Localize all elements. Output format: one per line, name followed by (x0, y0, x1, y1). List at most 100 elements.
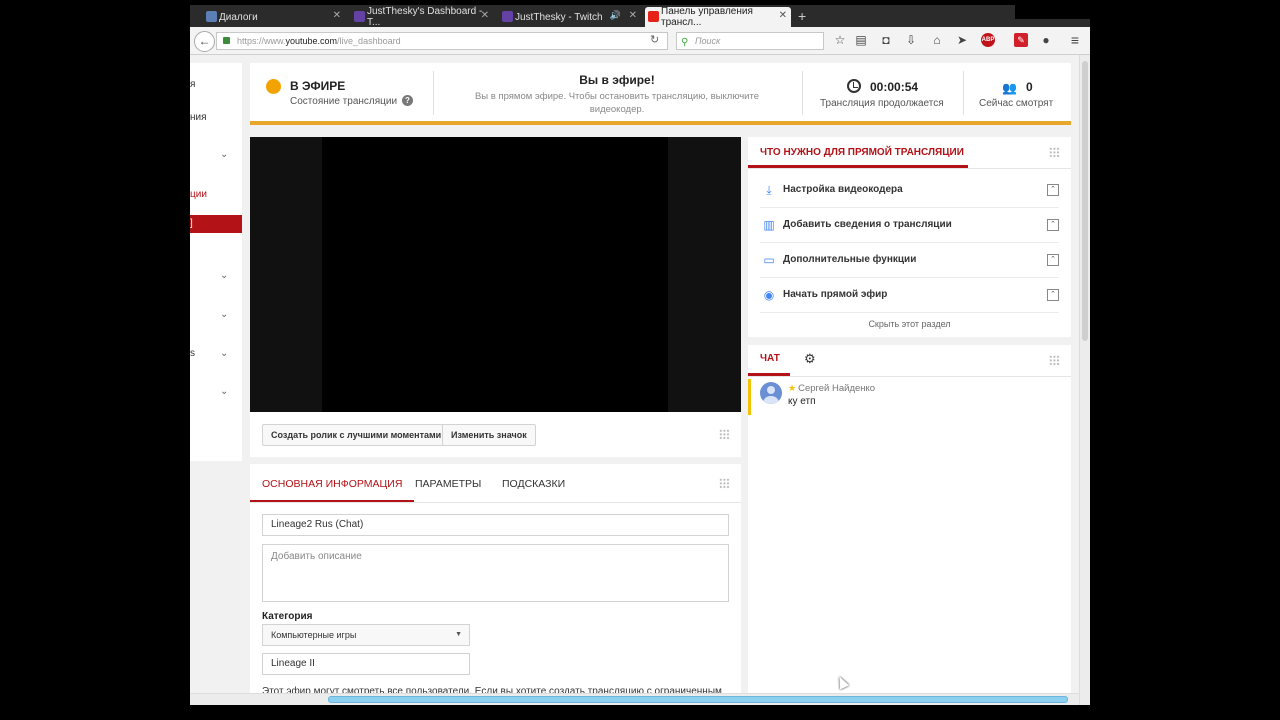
checklist-item-features[interactable]: ▭ Дополнительные функции ⌃ (760, 243, 1059, 278)
dropdown-arrow-icon: ▼ (455, 631, 462, 638)
browser-window: Диалоги ✕ JustThesky's Dashboard - T... … (190, 5, 1090, 705)
close-icon[interactable]: ✕ (481, 10, 489, 21)
drag-handle-icon[interactable] (1049, 355, 1060, 366)
checklist-title[interactable]: ЧТО НУЖНО ДЛЯ ПРЯМОЙ ТРАНСЛЯЦИИ (760, 147, 964, 158)
url-host: youtube.com (285, 36, 338, 46)
sidebar-item[interactable]: ции (190, 189, 207, 200)
chat-icon[interactable]: ● (1039, 33, 1053, 47)
star-icon[interactable]: ☆ (833, 33, 847, 47)
scrollbar-thumb[interactable] (1082, 61, 1088, 341)
hide-section-link[interactable]: Скрыть этот раздел (748, 319, 1071, 329)
download-icon[interactable]: ⇩ (904, 33, 918, 47)
horizontal-scrollbar[interactable] (190, 693, 1079, 705)
search-icon: ⚲ (681, 37, 689, 48)
checklist-item-label: Настройка видеокодера (783, 184, 903, 195)
menu-icon[interactable]: ≡ (1068, 33, 1082, 47)
tab-chat[interactable]: ЧАТ (760, 353, 780, 364)
tab-twitch-channel[interactable]: JustThesky - Twitch 🔊 ✕ (499, 7, 641, 27)
new-tab-button[interactable]: + (798, 8, 806, 24)
expand-icon[interactable]: ⌃ (1047, 254, 1059, 266)
expand-icon[interactable]: ⌃ (1047, 184, 1059, 196)
home-icon[interactable]: ⌂ (930, 33, 944, 47)
title-field[interactable]: Lineage2 Rus (Chat) (262, 514, 729, 536)
people-icon: 👥 (1002, 81, 1017, 95)
sidebar-item-label: ] (190, 218, 193, 229)
help-icon[interactable]: ? (402, 95, 413, 106)
search-placeholder: Поиск (695, 36, 721, 46)
vertical-scrollbar[interactable] (1079, 55, 1090, 705)
broadcast-icon: ◉ (763, 288, 775, 302)
tab-youtube-dashboard[interactable]: Панель управления трансл... ✕ (645, 6, 791, 28)
on-air-subtitle: Вы в прямом эфире. Чтобы остановить тран… (474, 91, 760, 115)
download-icon: ⤓ (766, 183, 772, 197)
expand-icon[interactable]: ⌃ (1047, 219, 1059, 231)
twitch-favicon-icon (354, 11, 365, 22)
adblock-icon[interactable]: ABP (981, 33, 995, 47)
checklist-item-start[interactable]: ◉ Начать прямой эфир ⌃ (760, 278, 1059, 313)
tab-label: Панель управления трансл... (661, 6, 753, 28)
gear-icon[interactable]: ⚙ (804, 351, 816, 367)
chevron-down-icon[interactable]: ⌄ (220, 149, 228, 160)
expand-icon[interactable]: ⌃ (1047, 289, 1059, 301)
search-input[interactable]: ⚲ Поиск (676, 32, 824, 50)
tab-hints[interactable]: ПОДСКАЗКИ (502, 464, 565, 502)
close-icon[interactable]: ✕ (333, 10, 341, 21)
video-player[interactable] (250, 137, 741, 412)
checklist-item-encoder[interactable]: ⤓ Настройка видеокодера ⌃ (760, 173, 1059, 208)
close-icon[interactable]: ✕ (779, 10, 787, 21)
url-bar[interactable]: https://www.youtube.com/live_dashboard (216, 32, 668, 50)
youtube-favicon-icon (648, 11, 659, 22)
scrollbar-thumb[interactable] (328, 696, 1068, 703)
send-icon[interactable]: ➤ (955, 33, 969, 47)
twitch-favicon-icon (502, 11, 513, 22)
drag-handle-icon[interactable] (719, 429, 730, 440)
checklist-item-label: Дополнительные функции (783, 254, 917, 265)
sidebar-item-active[interactable]: ] (190, 215, 242, 233)
divider (433, 71, 434, 115)
player-card: Создать ролик с лучшими моментами Измени… (250, 137, 741, 457)
card-icon: ▭ (763, 253, 775, 267)
reload-icon[interactable]: ↻ (650, 33, 659, 46)
nav-bar: ← https://www.youtube.com/live_dashboard… (190, 27, 1090, 55)
sidebar: я ния ⌄ ции ] ⌄ ⌄ s ⌄ ⌄ (190, 63, 242, 461)
tab-twitch-dashboard[interactable]: JustThesky's Dashboard - T... ✕ (351, 6, 493, 28)
back-button[interactable]: ← (194, 31, 215, 52)
on-air-title: Вы в эфире! (579, 73, 655, 87)
close-icon[interactable]: ✕ (629, 10, 637, 21)
tab-strip: Диалоги ✕ JustThesky's Dashboard - T... … (190, 5, 1090, 28)
chat-message[interactable]: ★ Сергей Найденко ку етп (748, 379, 1071, 415)
chevron-down-icon[interactable]: ⌄ (220, 270, 228, 281)
chevron-down-icon[interactable]: ⌄ (220, 348, 228, 359)
checklist-item-info[interactable]: ▥ Добавить сведения о трансляции ⌃ (760, 208, 1059, 243)
avatar[interactable] (760, 382, 782, 404)
chevron-down-icon[interactable]: ⌄ (220, 386, 228, 397)
url-path: /live_dashboard (337, 36, 401, 46)
description-field[interactable]: Добавить описание (262, 544, 729, 602)
game-field[interactable]: Lineage II (262, 653, 470, 675)
category-select[interactable]: Компьютерные игры ▼ (262, 624, 470, 646)
drag-handle-icon[interactable] (1049, 147, 1060, 158)
drag-handle-icon[interactable] (719, 478, 730, 489)
speaker-icon[interactable]: 🔊 (610, 10, 621, 21)
sidebar-item[interactable]: ния (190, 112, 207, 123)
divider (748, 168, 1071, 169)
tab-dialogs[interactable]: Диалоги ✕ (203, 7, 345, 27)
reader-icon[interactable]: ▤ (854, 33, 868, 47)
lock-icon (223, 37, 230, 44)
divider (802, 71, 803, 115)
bar-chart-icon: ▥ (763, 218, 775, 232)
sidebar-item[interactable]: s (190, 348, 195, 359)
chat-author[interactable]: ★ Сергей Найденко (788, 383, 875, 394)
tab-basic-info[interactable]: ОСНОВНАЯ ИНФОРМАЦИЯ (250, 464, 415, 502)
video-frame (322, 137, 668, 412)
chevron-down-icon[interactable]: ⌄ (220, 309, 228, 320)
create-highlights-button[interactable]: Создать ролик с лучшими моментами (262, 424, 451, 446)
divider (250, 502, 741, 503)
tab-label: JustThesky - Twitch (515, 11, 603, 23)
sidebar-item[interactable]: я (190, 79, 195, 90)
arrow-left-icon: ← (198, 34, 211, 48)
change-thumbnail-button[interactable]: Изменить значок (442, 424, 536, 446)
extension-icon[interactable]: ✎ (1014, 33, 1028, 47)
tab-parameters[interactable]: ПАРАМЕТРЫ (415, 464, 481, 502)
pocket-icon[interactable]: ◘ (879, 33, 893, 47)
